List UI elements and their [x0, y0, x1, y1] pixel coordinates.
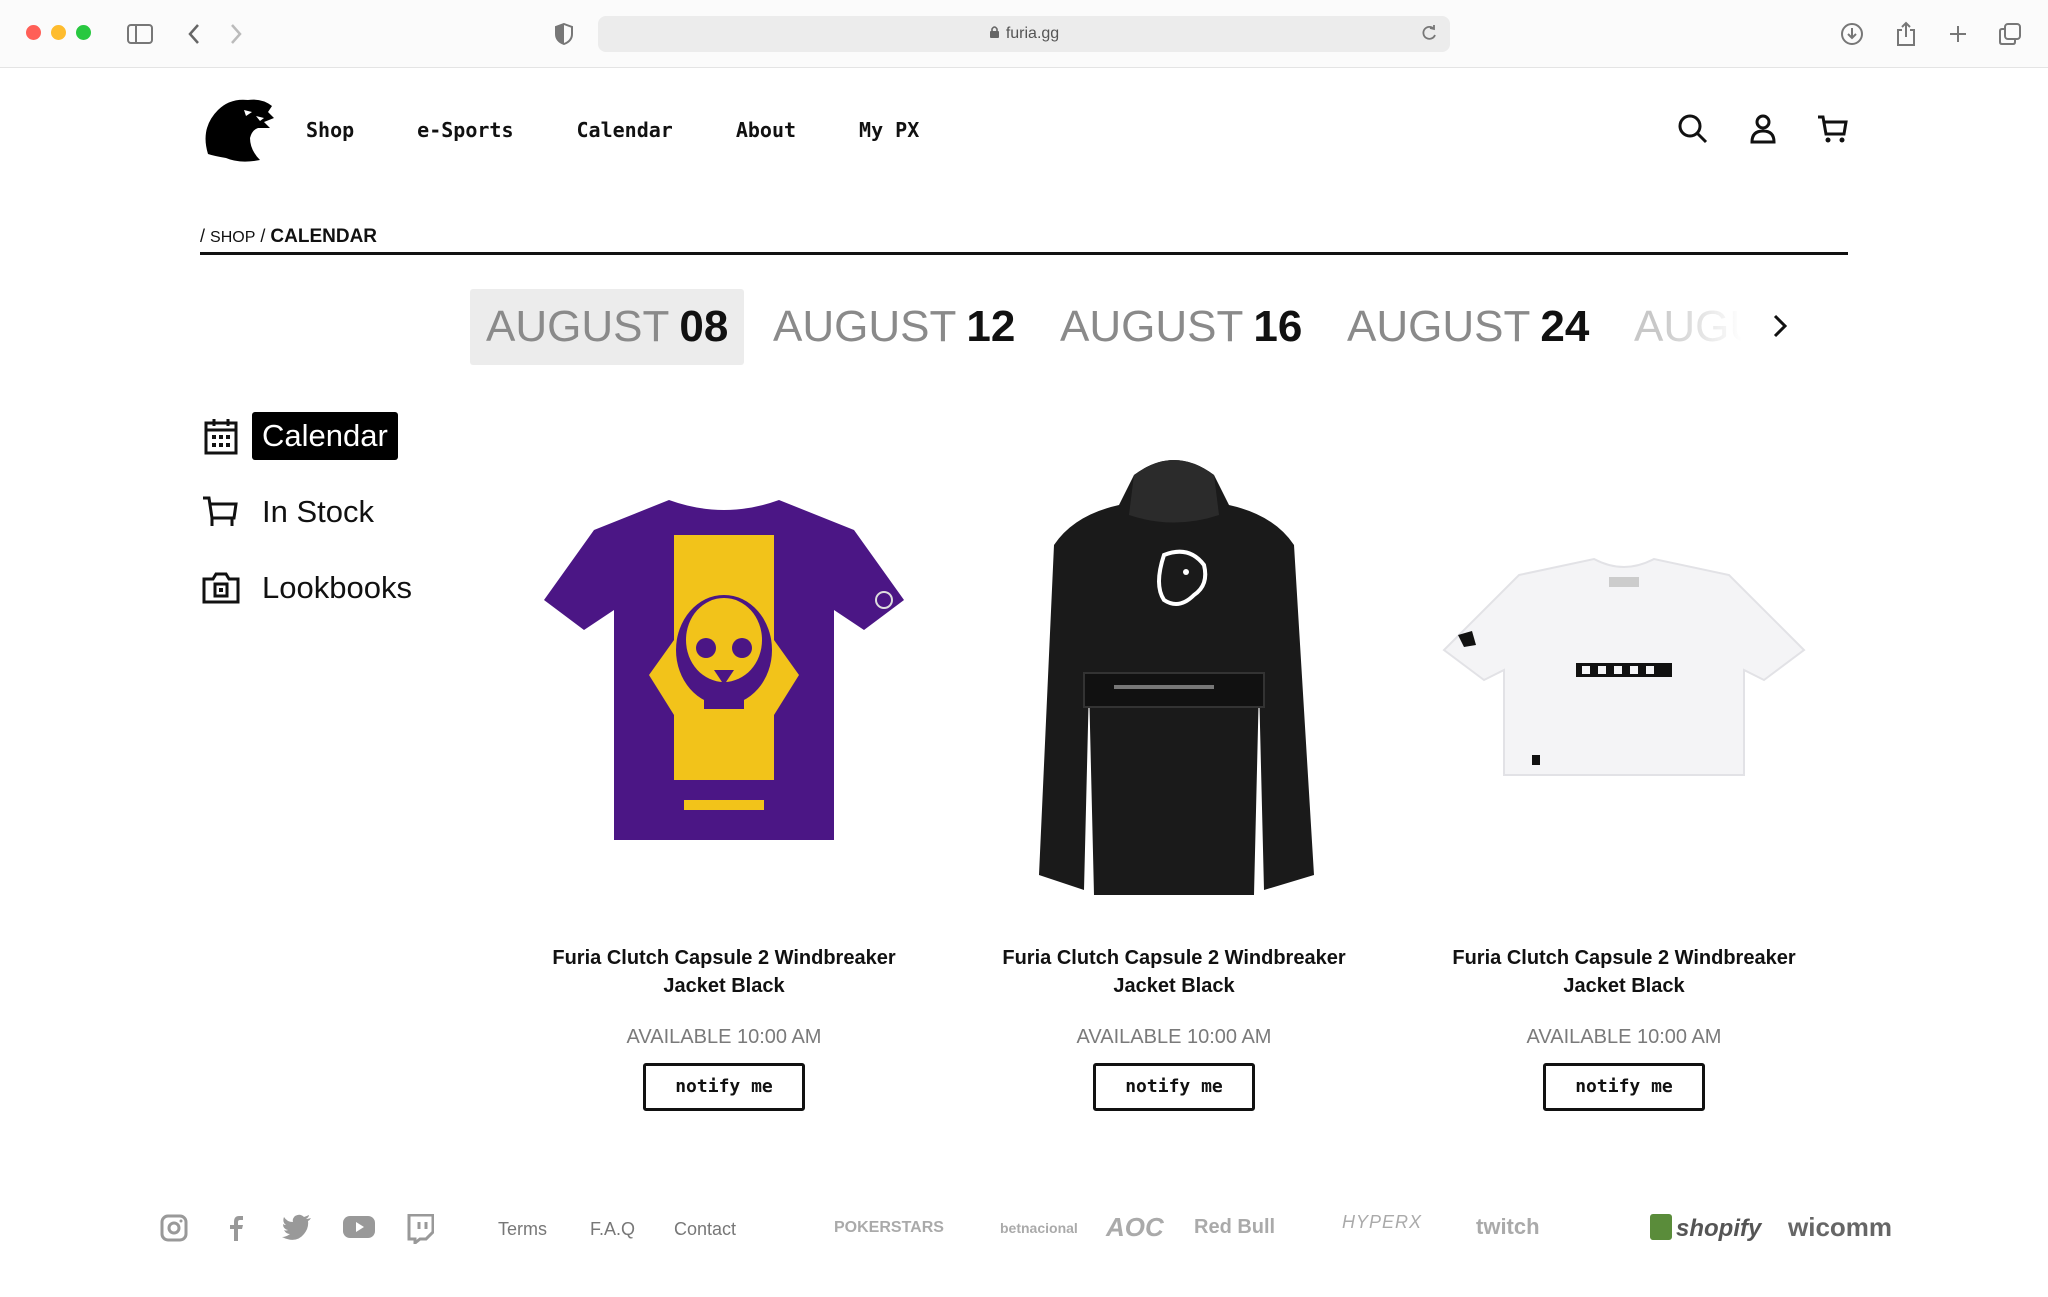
breadcrumb-current: CALENDAR — [270, 226, 378, 247]
date-tab-august-16[interactable]: AUGUST 16 — [1060, 289, 1302, 365]
cart-icon — [200, 491, 242, 533]
sidebar-item-label: Calendar — [252, 412, 398, 460]
tabs-overview-icon[interactable] — [1994, 18, 2026, 50]
nav-esports[interactable]: e-Sports — [417, 118, 513, 142]
breadcrumb-separator: / — [260, 226, 266, 246]
product-image[interactable] — [524, 430, 924, 910]
breadcrumb: / SHOP / CALENDAR — [200, 226, 377, 248]
minimize-window-button[interactable] — [51, 25, 66, 40]
instagram-icon[interactable] — [160, 1214, 190, 1244]
nav-about[interactable]: About — [736, 118, 796, 142]
share-icon[interactable] — [1890, 18, 1922, 50]
back-icon[interactable] — [178, 18, 210, 50]
url-text: furia.gg — [1005, 25, 1060, 42]
sponsor-shopify-logo[interactable]: shopify — [1650, 1214, 1761, 1243]
date-day: 08 — [679, 302, 729, 351]
product-title[interactable]: Furia Clutch Capsule 2 Windbreaker Jacke… — [974, 944, 1374, 1000]
window-controls — [26, 25, 91, 40]
date-tab-august-08[interactable]: AUGUST 08 — [470, 289, 745, 365]
shopify-bag-icon — [1650, 1214, 1672, 1240]
date-month: AUGUST — [1060, 302, 1244, 351]
sponsor-pokerstars-logo[interactable]: POKERSTARS — [834, 1219, 944, 1237]
date-month: AUGUST — [1347, 302, 1531, 351]
reload-icon[interactable] — [1420, 24, 1438, 47]
footer: Terms F.A.Q Contact POKERSTARS betnacion… — [0, 1200, 2048, 1260]
twitch-icon[interactable] — [406, 1213, 436, 1247]
close-window-button[interactable] — [26, 25, 41, 40]
product-image[interactable] — [974, 430, 1374, 910]
footer-link-terms[interactable]: Terms — [498, 1219, 547, 1240]
breadcrumb-shop[interactable]: SHOP — [210, 229, 255, 246]
nav-my-px[interactable]: My PX — [859, 118, 919, 142]
nav-shop[interactable]: Shop — [306, 118, 354, 142]
date-tab-august-24[interactable]: AUGUST 24 — [1347, 289, 1589, 365]
product-title-line: Jacket Black — [1563, 975, 1685, 997]
calendar-icon — [200, 415, 242, 457]
shield-icon[interactable] — [548, 18, 580, 50]
availability-text: AVAILABLE 10:00 AM — [1076, 1026, 1272, 1048]
shopify-text: shopify — [1676, 1215, 1762, 1242]
date-day: 24 — [1540, 302, 1590, 351]
notify-me-button[interactable]: notify me — [1093, 1063, 1255, 1111]
availability-text: AVAILABLE 10:00 AM — [1526, 1026, 1722, 1048]
availability-text: AVAILABLE 10:00 AM — [626, 1026, 822, 1048]
sponsor-redbull-logo[interactable]: Red Bull — [1194, 1216, 1275, 1239]
forward-icon[interactable] — [220, 18, 252, 50]
product-title[interactable]: Furia Clutch Capsule 2 Windbreaker Jacke… — [1424, 944, 1824, 1000]
date-tabs-fade — [1658, 289, 1778, 365]
product-card: Furia Clutch Capsule 2 Windbreaker Jacke… — [1424, 430, 1824, 1111]
notify-me-button[interactable]: notify me — [1543, 1063, 1705, 1111]
sidebar-item-label: Lookbooks — [262, 570, 412, 605]
furia-logo[interactable] — [200, 94, 276, 166]
youtube-icon[interactable] — [342, 1214, 375, 1244]
sidebar-item-calendar[interactable]: Calendar — [200, 412, 398, 460]
search-icon[interactable] — [1676, 112, 1710, 146]
notify-me-button[interactable]: notify me — [643, 1063, 805, 1111]
product-title-line: Furia Clutch Capsule 2 Windbreaker — [1452, 947, 1796, 969]
sidebar-item-lookbooks[interactable]: Lookbooks — [200, 564, 422, 612]
sponsor-betnacional-logo[interactable]: betnacional — [1000, 1220, 1078, 1236]
breadcrumb-separator: / — [200, 226, 206, 246]
breadcrumb-divider — [200, 252, 1848, 255]
sponsor-twitch-logo[interactable]: twitch — [1476, 1214, 1540, 1240]
product-title-line: Furia Clutch Capsule 2 Windbreaker — [552, 947, 896, 969]
product-title[interactable]: Furia Clutch Capsule 2 Windbreaker Jacke… — [524, 944, 924, 1000]
date-day: 12 — [966, 302, 1016, 351]
new-tab-icon[interactable] — [1942, 18, 1974, 50]
product-title-line: Jacket Black — [663, 975, 785, 997]
twitter-icon[interactable] — [282, 1214, 312, 1244]
main-nav: Shop e-Sports Calendar About My PX — [306, 118, 982, 142]
zoom-window-button[interactable] — [76, 25, 91, 40]
footer-link-contact[interactable]: Contact — [674, 1219, 736, 1240]
sidebar-item-in-stock[interactable]: In Stock — [200, 488, 384, 536]
product-image[interactable] — [1424, 430, 1824, 910]
account-icon[interactable] — [1746, 112, 1780, 146]
date-month: AUGUST — [773, 302, 957, 351]
facebook-icon[interactable] — [222, 1214, 252, 1244]
date-tabs: AUGUST08 AUGUST12 AUGUST16 AUGUST24 AUGU — [470, 289, 1778, 365]
sidebar-item-label: In Stock — [262, 494, 374, 529]
product-card: Furia Clutch Capsule 2 Windbreaker Jacke… — [974, 430, 1374, 1111]
sponsor-hyperx-logo[interactable]: HYPERX — [1342, 1212, 1422, 1233]
lock-icon — [989, 25, 1000, 44]
address-bar[interactable]: furia.gg — [598, 16, 1450, 52]
product-card: Furia Clutch Capsule 2 Windbreaker Jacke… — [524, 430, 924, 1111]
date-month: AUGUST — [486, 302, 670, 351]
date-day: 16 — [1253, 302, 1303, 351]
sponsor-aoc-logo[interactable]: AOC — [1106, 1212, 1164, 1243]
nav-calendar[interactable]: Calendar — [577, 118, 673, 142]
browser-toolbar: furia.gg — [0, 0, 2048, 68]
cart-icon[interactable] — [1816, 112, 1850, 146]
camera-icon — [200, 567, 242, 609]
sponsor-wicomm-logo[interactable]: wicomm — [1788, 1212, 1892, 1243]
product-title-line: Jacket Black — [1113, 975, 1235, 997]
footer-link-faq[interactable]: F.A.Q — [590, 1219, 635, 1240]
product-title-line: Furia Clutch Capsule 2 Windbreaker — [1002, 947, 1346, 969]
sidebar-icon[interactable] — [124, 18, 156, 50]
date-tab-august-12[interactable]: AUGUST 12 — [773, 289, 1015, 365]
download-icon[interactable] — [1836, 18, 1868, 50]
chevron-right-icon[interactable] — [1766, 306, 1794, 346]
